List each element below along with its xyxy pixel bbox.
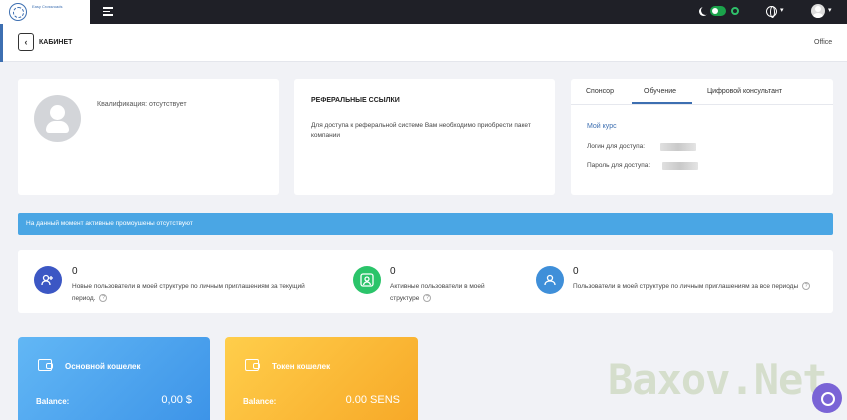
token-wallet-card[interactable]: Токен кошелек Balance: 0.00 SENS: [225, 337, 418, 420]
user-avatar[interactable]: [811, 4, 825, 18]
help-icon[interactable]: ?: [802, 282, 811, 291]
promotions-alert: На данный момент активные промоушены отс…: [18, 213, 833, 235]
logo-emblem-icon: [9, 3, 27, 21]
qualification-text: Квалификация: отсутствует: [97, 101, 187, 108]
tabs-divider: [571, 104, 833, 105]
watermark: Baxov.Net: [608, 355, 828, 404]
page-title: КАБИНЕТ: [39, 39, 73, 46]
main-wallet-card[interactable]: Основной кошелек Balance: 0,00 $: [18, 337, 210, 420]
chevron-down-icon[interactable]: ▾: [828, 6, 832, 14]
all-users-count: 0: [573, 266, 579, 277]
balance-label: Balance:: [36, 397, 70, 406]
top-navbar: ▾ ▾: [90, 0, 847, 24]
balance-label: Balance:: [243, 397, 277, 406]
profile-avatar: [34, 95, 81, 142]
new-users-count: 0: [72, 266, 78, 277]
info-tabs-card: [571, 79, 833, 195]
moon-icon: [701, 6, 710, 15]
tab-digital-consultant[interactable]: Цифровой консультант: [707, 88, 782, 95]
theme-toggle[interactable]: [710, 6, 726, 16]
settings-icon[interactable]: [731, 7, 739, 15]
logo[interactable]: Easy Crossroads: [0, 0, 90, 24]
language-globe-icon[interactable]: [766, 6, 777, 18]
header-accent: [0, 24, 3, 62]
support-chat-button[interactable]: [812, 383, 842, 413]
help-icon[interactable]: ?: [99, 294, 108, 303]
referral-title: РЕФЕРАЛЬНЫЕ ССЫЛКИ: [311, 97, 400, 104]
page-header: [0, 24, 847, 62]
users-add-icon: [34, 266, 62, 294]
balance-amount: 0,00 $: [161, 394, 192, 406]
active-users-count: 0: [390, 266, 396, 277]
all-users-label: Пользователи в моей структуре по личным …: [573, 281, 818, 293]
my-course-link[interactable]: Мой курс: [587, 123, 617, 130]
active-tab-indicator: [632, 102, 692, 104]
chevron-down-icon[interactable]: ▾: [780, 6, 784, 14]
referral-text: Для доступа к реферальной системе Вам не…: [311, 122, 531, 139]
password-label: Пароль для доступа:: [587, 162, 651, 169]
password-value-redacted: [662, 162, 698, 170]
balance-amount: 0.00 SENS: [345, 394, 400, 406]
help-icon[interactable]: ?: [423, 294, 432, 303]
tab-sponsor[interactable]: Спонсор: [586, 88, 614, 95]
wallet-icon: [38, 359, 53, 371]
user-check-icon: [353, 266, 381, 294]
office-breadcrumb[interactable]: Office: [814, 39, 832, 46]
new-users-label: Новые пользователи в моей структуре по л…: [72, 283, 305, 303]
active-users-label: Активные пользователи в моей структуре?: [390, 283, 485, 303]
back-button[interactable]: ‹: [18, 33, 34, 51]
logo-text: Easy Crossroads: [32, 4, 63, 9]
wallet-icon: [245, 359, 260, 371]
menu-toggle-icon[interactable]: [103, 7, 113, 16]
wallet-title: Основной кошелек: [65, 362, 141, 371]
users-group-icon: [536, 266, 564, 294]
login-label: Логин для доступа:: [587, 143, 646, 150]
login-value-redacted: [660, 143, 696, 151]
wallet-title: Токен кошелек: [272, 362, 331, 371]
tab-training[interactable]: Обучение: [644, 88, 676, 95]
